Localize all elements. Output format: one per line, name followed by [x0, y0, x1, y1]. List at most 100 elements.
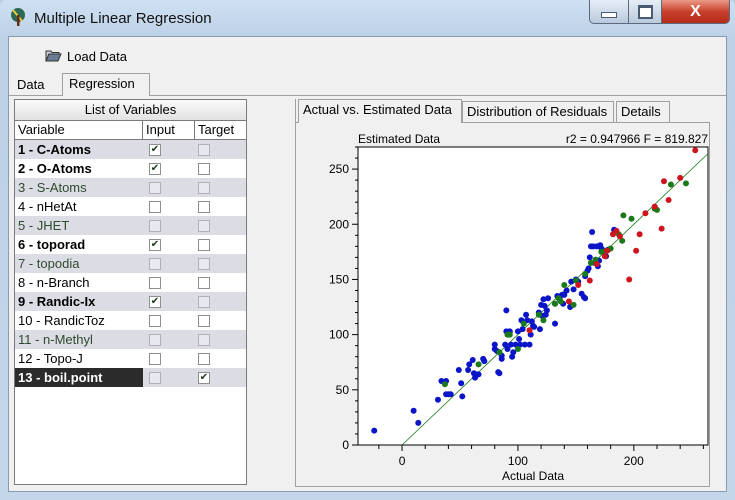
chart-stats: r2 = 0.947966 F = 819.827 — [566, 132, 708, 146]
variable-name: 10 - RandicToz — [18, 313, 105, 328]
data-point-red — [575, 281, 582, 288]
target-cell — [195, 197, 246, 216]
tab-regression[interactable]: Regression — [62, 73, 150, 96]
data-point-red — [636, 231, 643, 238]
target-checkbox[interactable] — [198, 162, 210, 175]
data-point-red — [633, 247, 640, 254]
target-checkbox[interactable] — [198, 238, 210, 251]
target-cell — [195, 311, 246, 330]
minimize-icon — [601, 11, 617, 18]
data-point-blue — [563, 287, 570, 294]
input-checkbox[interactable] — [149, 276, 161, 289]
variable-row[interactable]: 1 - C-Atoms ✔ — [15, 140, 246, 159]
app-window: Multiple Linear Regression X Load Data D… — [0, 0, 735, 500]
tab-details[interactable]: Details — [616, 101, 670, 122]
input-checkbox[interactable]: ✔ — [149, 238, 161, 251]
data-point-green — [682, 180, 689, 187]
input-checkbox[interactable] — [149, 371, 161, 384]
minimize-button[interactable] — [589, 0, 629, 24]
variable-name: 12 - Topo-J — [18, 351, 83, 366]
target-checkbox[interactable] — [198, 181, 210, 194]
data-point-red — [665, 196, 672, 203]
variable-row[interactable]: 13 - boil.point ✔ — [15, 368, 246, 387]
x-tick-label: 100 — [508, 454, 528, 468]
data-point-blue — [570, 286, 577, 293]
title-bar[interactable]: Multiple Linear Regression X — [0, 0, 735, 34]
target-checkbox[interactable] — [198, 257, 210, 270]
input-checkbox[interactable] — [149, 257, 161, 270]
close-button[interactable]: X — [661, 0, 730, 24]
target-checkbox[interactable] — [198, 333, 210, 346]
input-checkbox[interactable] — [149, 352, 161, 365]
input-checkbox[interactable]: ✔ — [149, 143, 161, 156]
input-checkbox[interactable] — [149, 181, 161, 194]
data-point-blue — [371, 427, 378, 434]
tab-data[interactable]: Data — [11, 75, 50, 95]
x-tick-label: 0 — [399, 454, 406, 468]
variable-row[interactable]: 4 - nHetAt — [15, 197, 246, 216]
header-target[interactable]: Target — [195, 121, 246, 139]
header-input[interactable]: Input — [143, 121, 195, 139]
data-point-red — [601, 253, 608, 260]
data-point-red — [604, 247, 611, 254]
load-data-button[interactable]: Load Data — [45, 46, 127, 66]
variable-name: 9 - Randic-Ix — [18, 294, 96, 309]
data-point-red — [677, 174, 684, 181]
input-checkbox[interactable] — [149, 200, 161, 213]
input-checkbox[interactable]: ✔ — [149, 162, 161, 175]
data-point-blue — [447, 391, 454, 398]
variable-name: 3 - S-Atoms — [18, 180, 87, 195]
target-checkbox[interactable] — [198, 295, 210, 308]
input-cell — [143, 273, 195, 292]
input-checkbox[interactable] — [149, 314, 161, 327]
client-area: Load Data Data Regression List of Variab… — [8, 36, 727, 492]
target-checkbox[interactable] — [198, 143, 210, 156]
variables-list-title: List of Variables — [15, 100, 246, 121]
folder-open-icon — [45, 50, 62, 62]
input-cell: ✔ — [143, 159, 195, 178]
data-point-blue — [458, 380, 465, 387]
data-point-green — [535, 311, 542, 318]
variable-row[interactable]: 6 - toporad ✔ — [15, 235, 246, 254]
tab-distribution-residuals[interactable]: Distribution of Residuals — [462, 101, 614, 122]
data-point-green — [582, 270, 589, 277]
variable-row[interactable]: 5 - JHET — [15, 216, 246, 235]
maximize-button[interactable] — [628, 0, 662, 24]
header-variable[interactable]: Variable — [15, 121, 143, 139]
data-point-blue — [410, 407, 417, 414]
x-axis-label: Actual Data — [502, 469, 564, 483]
load-data-label: Load Data — [67, 48, 127, 64]
variable-row[interactable]: 3 - S-Atoms — [15, 178, 246, 197]
input-checkbox[interactable] — [149, 219, 161, 232]
tab-regression-label: Regression — [69, 76, 135, 91]
target-checkbox[interactable] — [198, 352, 210, 365]
variables-header: Variable Input Target — [15, 121, 246, 140]
target-checkbox[interactable] — [198, 219, 210, 232]
data-point-blue — [434, 396, 441, 403]
variable-row[interactable]: 11 - n-Methyl — [15, 330, 246, 349]
target-checkbox[interactable] — [198, 200, 210, 213]
input-checkbox[interactable] — [149, 333, 161, 346]
window-title: Multiple Linear Regression — [34, 10, 212, 27]
variable-row[interactable]: 12 - Topo-J — [15, 349, 246, 368]
data-point-green — [475, 361, 482, 368]
close-icon: X — [690, 2, 701, 20]
data-point-blue — [516, 336, 523, 343]
variable-name: 7 - topodia — [18, 256, 80, 271]
variable-row[interactable]: 8 - n-Branch — [15, 273, 246, 292]
tab-actual-vs-estimated[interactable]: Actual vs. Estimated Data — [298, 99, 462, 123]
data-point-red — [692, 147, 699, 154]
target-cell — [195, 273, 246, 292]
variable-row[interactable]: 2 - O-Atoms ✔ — [15, 159, 246, 178]
variable-name: 8 - n-Branch — [18, 275, 90, 290]
variable-row[interactable]: 9 - Randic-Ix ✔ — [15, 292, 246, 311]
data-point-blue — [526, 341, 533, 348]
input-checkbox[interactable]: ✔ — [149, 295, 161, 308]
variable-row[interactable]: 7 - topodia — [15, 254, 246, 273]
variable-row[interactable]: 10 - RandicToz — [15, 311, 246, 330]
data-point-green — [441, 381, 448, 388]
target-checkbox[interactable] — [198, 314, 210, 327]
chart-container: Estimated Data r2 = 0.947966 F = 819.827 0… — [296, 122, 710, 487]
target-checkbox[interactable]: ✔ — [198, 371, 210, 384]
target-checkbox[interactable] — [198, 276, 210, 289]
